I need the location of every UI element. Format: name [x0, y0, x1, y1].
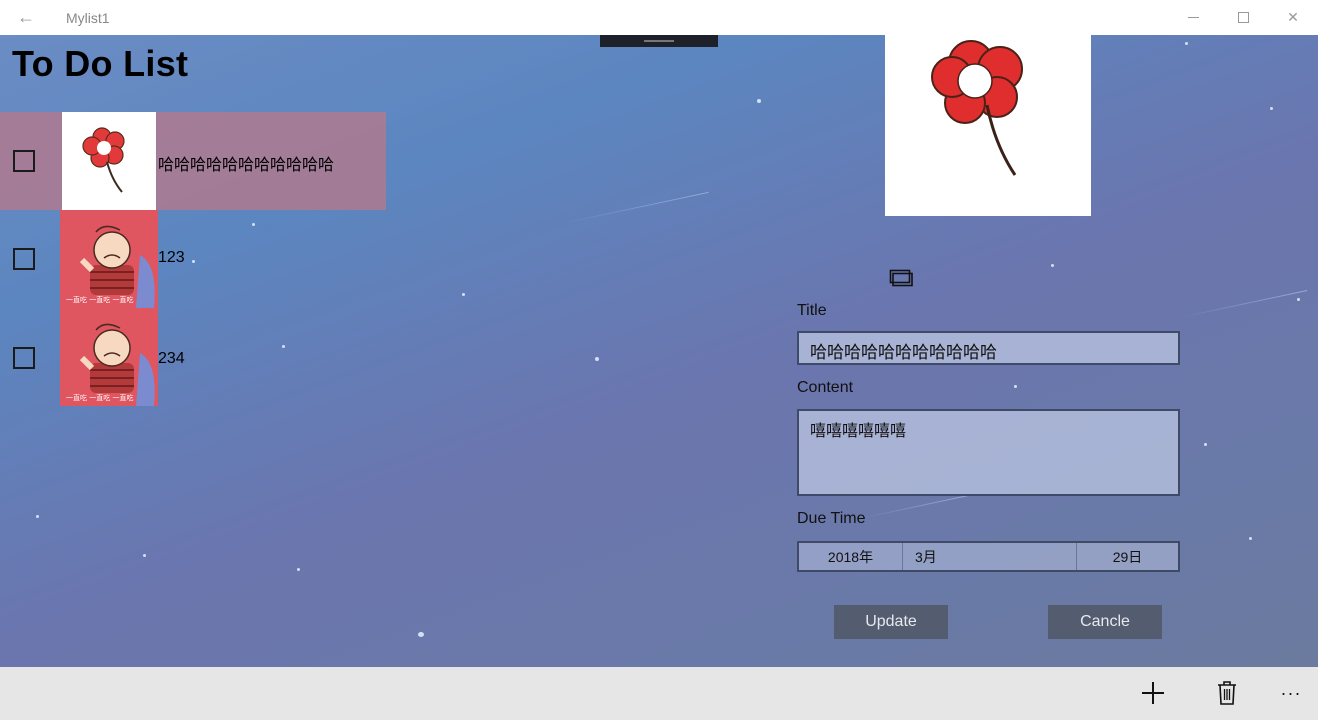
minimize-icon — [1187, 17, 1199, 18]
maximize-icon — [1237, 12, 1249, 23]
list-item[interactable]: 一直吃 一直吃 一直吃 234 — [0, 308, 386, 406]
background-star — [462, 293, 465, 296]
due-time-label: Due Time — [797, 510, 866, 527]
background-star — [595, 357, 599, 361]
maximize-button[interactable] — [1218, 0, 1268, 35]
list-item[interactable]: 哈哈哈哈哈哈哈哈哈哈哈 — [0, 112, 386, 210]
back-button[interactable]: ← — [0, 0, 52, 35]
shooting-star — [1179, 289, 1308, 318]
main-area: To Do List 哈哈哈哈哈哈哈哈哈哈哈 一直吃 一直吃 一直吃 123 一… — [0, 35, 1318, 667]
more-options-button[interactable]: ··· — [1271, 677, 1311, 709]
delete-button[interactable] — [1207, 677, 1247, 709]
background-star — [36, 515, 39, 518]
list-item[interactable]: 一直吃 一直吃 一直吃 123 — [0, 210, 386, 308]
handle-grip — [644, 40, 674, 42]
back-arrow-icon: ← — [17, 7, 35, 27]
add-button[interactable] — [1133, 677, 1173, 709]
item-title: 哈哈哈哈哈哈哈哈哈哈哈 — [158, 157, 335, 174]
background-star — [1270, 107, 1273, 110]
title-input[interactable]: 哈哈哈哈哈哈哈哈哈哈哈 — [797, 331, 1180, 365]
close-button[interactable]: ✕ — [1268, 0, 1318, 35]
preview-image — [885, 35, 1091, 216]
date-day[interactable]: 29日 — [1077, 543, 1178, 570]
background-star — [1051, 264, 1054, 267]
cancel-button[interactable]: Cancle — [1048, 605, 1162, 639]
background-star — [757, 99, 761, 103]
content-label: Content — [797, 379, 854, 396]
page-title: To Do List — [12, 43, 189, 84]
background-star — [297, 568, 300, 571]
item-title: 123 — [158, 249, 185, 266]
window-title: Mylist1 — [66, 9, 110, 26]
item-checkbox[interactable] — [13, 347, 35, 369]
item-title: 234 — [158, 350, 185, 367]
close-icon: ✕ — [1287, 9, 1299, 25]
shooting-star — [859, 495, 968, 519]
title-label: Title — [797, 302, 827, 319]
due-date-picker[interactable]: 2018年 3月 29日 — [797, 541, 1180, 572]
more-icon: ··· — [1280, 682, 1302, 703]
drag-handle[interactable] — [600, 35, 718, 47]
minimize-button[interactable] — [1168, 0, 1218, 35]
background-star — [418, 632, 424, 637]
date-month[interactable]: 3月 — [903, 543, 1077, 570]
background-star — [1204, 443, 1207, 446]
trash-icon — [1218, 681, 1236, 705]
cartoon-caption: 一直吃 一直吃 一直吃 — [66, 393, 133, 402]
update-button[interactable]: Update — [834, 605, 948, 639]
item-checkbox[interactable] — [13, 150, 35, 172]
background-star — [1014, 385, 1017, 388]
select-image-icon[interactable] — [889, 269, 913, 287]
title-bar: ← Mylist1 ✕ — [0, 0, 1318, 35]
background-star — [1297, 298, 1300, 301]
background-star — [1249, 537, 1252, 540]
add-icon — [1142, 682, 1164, 704]
flower-image — [62, 112, 156, 210]
shooting-star — [561, 191, 709, 224]
command-bar: ··· — [0, 667, 1318, 720]
date-year[interactable]: 2018年 — [799, 543, 903, 570]
background-star — [1185, 42, 1188, 45]
cartoon-caption: 一直吃 一直吃 一直吃 — [66, 295, 133, 304]
item-checkbox[interactable] — [13, 248, 35, 270]
cartoon-boy-image: 一直吃 一直吃 一直吃 — [60, 308, 158, 406]
content-input[interactable]: 嘻嘻嘻嘻嘻嘻 — [797, 409, 1180, 496]
background-star — [143, 554, 146, 557]
cartoon-boy-image: 一直吃 一直吃 一直吃 — [60, 210, 158, 308]
